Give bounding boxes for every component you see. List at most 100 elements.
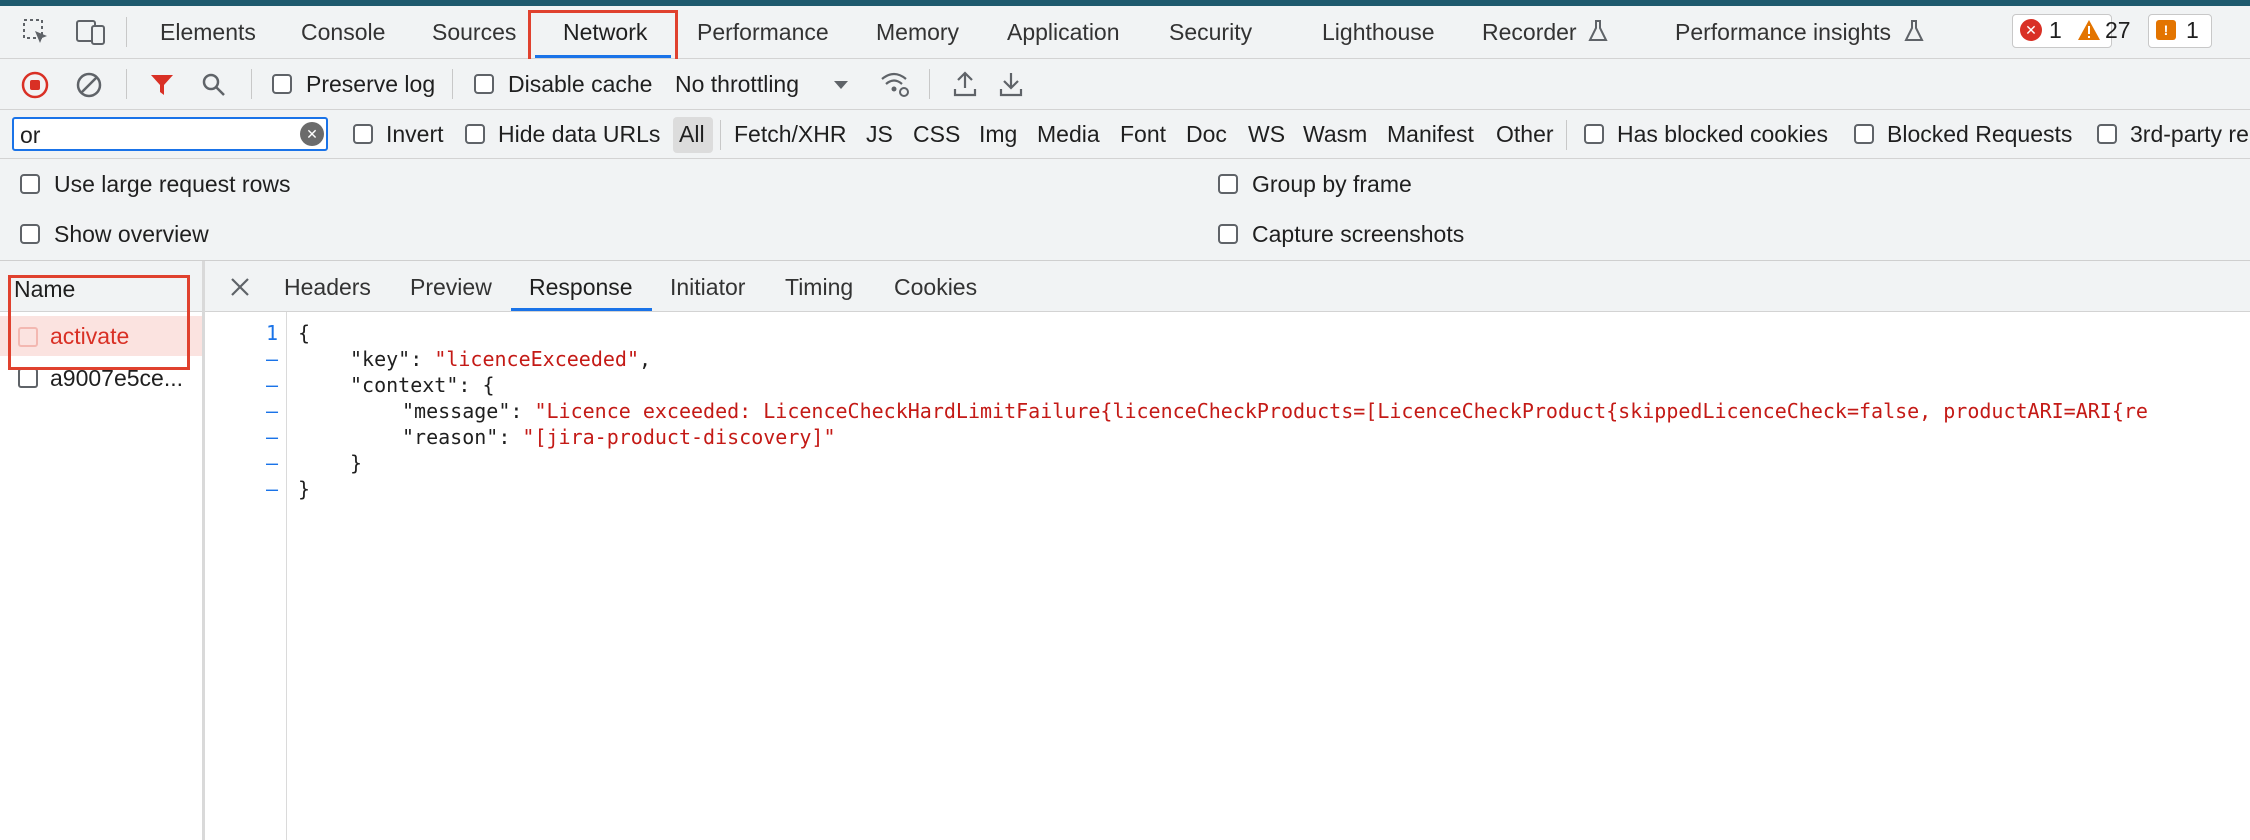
hide-data-urls-checkbox[interactable] xyxy=(465,124,485,144)
filter-type-img[interactable]: Img xyxy=(979,120,1017,148)
json-string: "[jira-product-discovery]" xyxy=(522,425,836,449)
invert-checkbox[interactable] xyxy=(353,124,373,144)
clear-filter-icon[interactable]: ✕ xyxy=(300,122,324,146)
line-number: – xyxy=(265,347,278,371)
show-overview-checkbox[interactable] xyxy=(20,224,40,244)
filter-input[interactable]: or xyxy=(12,117,328,151)
error-icon: ✕ xyxy=(2020,19,2042,41)
filter-type-css[interactable]: CSS xyxy=(913,120,960,148)
detail-tab-response[interactable]: Response xyxy=(529,273,633,301)
tab-console[interactable]: Console xyxy=(301,18,385,46)
experimental-flask-icon xyxy=(1586,18,1610,44)
code-line-4: "message": "Licence exceeded: LicenceChe… xyxy=(402,399,2148,423)
filter-type-other[interactable]: Other xyxy=(1496,120,1554,148)
tab-memory[interactable]: Memory xyxy=(876,18,959,46)
network-settings-panel xyxy=(0,159,2250,261)
preserve-log-label: Preserve log xyxy=(306,71,436,97)
toolbar-separator xyxy=(251,69,252,99)
toolbar-separator xyxy=(452,69,453,99)
filter-type-font[interactable]: Font xyxy=(1120,120,1166,148)
line-number: 1 xyxy=(265,321,278,345)
export-har-icon[interactable] xyxy=(996,68,1026,100)
toolbar-separator xyxy=(720,120,721,150)
capture-screenshots-label: Capture screenshots xyxy=(1252,221,1465,247)
third-party-checkbox[interactable] xyxy=(2097,124,2117,144)
invert-label: Invert xyxy=(386,121,444,147)
error-count: 1 xyxy=(2049,17,2062,43)
code-line-1: { xyxy=(298,321,311,345)
issues-icon: ! xyxy=(2156,20,2176,40)
disable-cache-checkbox[interactable] xyxy=(474,74,494,94)
filter-input-value: or xyxy=(20,122,41,148)
filter-type-js[interactable]: JS xyxy=(866,120,893,148)
has-blocked-cookies-checkbox[interactable] xyxy=(1584,124,1604,144)
filter-type-all[interactable]: All xyxy=(679,120,705,148)
capture-screenshots-checkbox[interactable] xyxy=(1218,224,1238,244)
blocked-requests-label: Blocked Requests xyxy=(1887,121,2073,147)
detail-tab-timing[interactable]: Timing xyxy=(785,273,853,301)
disable-cache-label: Disable cache xyxy=(508,71,653,97)
line-number: – xyxy=(265,399,278,423)
search-icon[interactable] xyxy=(199,70,229,100)
line-number: – xyxy=(265,373,278,397)
toolbar-separator xyxy=(1566,120,1567,150)
tab-lighthouse[interactable]: Lighthouse xyxy=(1322,18,1435,46)
throttling-select[interactable]: No throttling xyxy=(675,70,799,98)
show-overview-label: Show overview xyxy=(54,221,209,247)
issues-count: 1 xyxy=(2186,17,2199,43)
inspect-element-icon[interactable] xyxy=(20,16,52,48)
toolbar-separator xyxy=(929,69,930,99)
tab-security[interactable]: Security xyxy=(1169,18,1252,46)
detail-tab-initiator[interactable]: Initiator xyxy=(670,273,745,301)
filter-type-manifest[interactable]: Manifest xyxy=(1387,120,1474,148)
filter-type-wasm[interactable]: Wasm xyxy=(1303,120,1367,148)
detail-tab-headers[interactable]: Headers xyxy=(284,273,371,301)
large-rows-checkbox[interactable] xyxy=(20,174,40,194)
device-toolbar-icon[interactable] xyxy=(74,16,108,48)
group-by-frame-checkbox[interactable] xyxy=(1218,174,1238,194)
code-line-2: "key": "licenceExceeded", xyxy=(350,347,652,371)
code-line-5: "reason": "[jira-product-discovery]" xyxy=(402,425,836,449)
tab-network[interactable]: Network xyxy=(563,18,647,46)
tab-elements[interactable]: Elements xyxy=(160,18,256,46)
code-line-6: } xyxy=(350,451,363,475)
request-highlight-box xyxy=(8,275,190,370)
close-icon[interactable] xyxy=(225,272,255,302)
clear-icon[interactable] xyxy=(74,70,104,100)
preserve-log-checkbox[interactable] xyxy=(272,74,292,94)
json-string: "Licence exceeded: LicenceCheckHardLimit… xyxy=(534,399,2148,423)
detail-tab-cookies[interactable]: Cookies xyxy=(894,273,977,301)
blocked-requests-checkbox[interactable] xyxy=(1854,124,1874,144)
large-rows-label: Use large request rows xyxy=(54,171,291,197)
tab-performance[interactable]: Performance xyxy=(697,18,829,46)
group-by-frame-label: Group by frame xyxy=(1252,171,1412,197)
filter-type-doc[interactable]: Doc xyxy=(1186,120,1227,148)
active-tab-indicator xyxy=(535,55,671,58)
json-key: "message" xyxy=(402,399,511,423)
experimental-flask-icon xyxy=(1902,18,1926,44)
detail-tabbar xyxy=(205,261,2250,312)
network-conditions-icon[interactable] xyxy=(878,68,912,100)
has-blocked-cookies-label: Has blocked cookies xyxy=(1617,121,1828,147)
json-string: "licenceExceeded" xyxy=(434,347,640,371)
line-number: – xyxy=(265,451,278,475)
filter-type-fetch-xhr[interactable]: Fetch/XHR xyxy=(734,120,846,148)
tab-recorder[interactable]: Recorder xyxy=(1482,18,1577,46)
response-body[interactable]: { "key": "licenceExceeded", "context": {… xyxy=(298,320,2250,510)
request-row-checkbox[interactable] xyxy=(18,368,38,388)
stop-recording-icon[interactable] xyxy=(20,70,50,100)
filter-type-ws[interactable]: WS xyxy=(1248,120,1285,148)
import-har-icon[interactable] xyxy=(950,68,980,100)
json-key: "context" xyxy=(350,373,459,397)
detail-tab-preview[interactable]: Preview xyxy=(410,273,492,301)
active-detail-tab-indicator xyxy=(511,308,652,311)
tab-application[interactable]: Application xyxy=(1007,18,1120,46)
hide-data-urls-label: Hide data URLs xyxy=(498,121,661,147)
tab-performance-insights[interactable]: Performance insights xyxy=(1675,18,1891,46)
json-key: "reason" xyxy=(402,425,499,449)
filter-icon[interactable] xyxy=(147,70,177,100)
tab-sources[interactable]: Sources xyxy=(432,18,516,46)
code-line-7: } xyxy=(298,477,311,501)
filter-type-media[interactable]: Media xyxy=(1037,120,1100,148)
chevron-down-icon[interactable] xyxy=(830,74,852,96)
